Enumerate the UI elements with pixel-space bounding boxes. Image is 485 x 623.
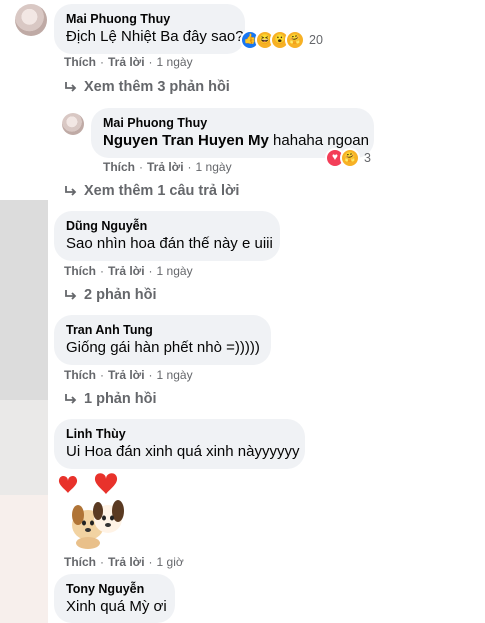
left-strip-pink	[0, 495, 48, 623]
care-reaction-icon: 🤗	[340, 148, 360, 168]
comment-text: Sao nhìn hoa đán thế này e uiii	[66, 235, 273, 252]
comment-author[interactable]: Dũng Nguyễn	[66, 218, 268, 234]
view-more-replies[interactable]: Xem thêm 3 phản hồi	[64, 78, 230, 96]
care-reaction-icon: 🤗	[285, 30, 305, 50]
comment-text: Ui Hoa đán xinh quá xinh nàyyyyyy	[66, 443, 300, 460]
reply-button[interactable]: Trả lời	[108, 55, 145, 69]
view-replies[interactable]: 1 phản hồi	[64, 390, 157, 408]
reaction-count: 20	[309, 33, 323, 47]
comment-bubble: Tran Anh Tung Giống gái hàn phết nhò =))…	[54, 315, 271, 365]
comment-bubble: Mai Phuong Thuy Địch Lệ Nhiệt Ba đây sao…	[54, 4, 245, 54]
reply-button[interactable]: Trả lời	[108, 264, 145, 278]
comment-actions: Thích · Trả lời · 1 ngày	[64, 368, 193, 382]
reaction-summary[interactable]: ♥ 🤗 3	[325, 148, 371, 168]
comment-actions: Thích · Trả lời · 1 ngày	[64, 264, 193, 278]
comment-text: Địch Lệ Nhiệt Ba đây sao?	[66, 28, 244, 45]
reply-arrow-icon	[65, 186, 77, 196]
like-button[interactable]: Thích	[64, 555, 96, 569]
comment-author[interactable]: Mai Phuong Thuy	[66, 11, 233, 27]
sticker-icon	[58, 473, 124, 549]
comment-author[interactable]: Linh Thùy	[66, 426, 293, 442]
view-replies[interactable]: 2 phản hồi	[64, 286, 157, 304]
comment-actions: Thích · Trả lời · 1 ngày	[103, 160, 232, 174]
comment-text: Giống gái hàn phết nhò =)))))	[66, 339, 260, 356]
comment-author[interactable]: Mai Phuong Thuy	[103, 115, 362, 131]
comment-time[interactable]: 1 giờ	[157, 555, 184, 569]
left-strip-light	[0, 400, 48, 495]
dogs-hearts-sticker[interactable]	[54, 471, 134, 551]
comment-actions: Thích · Trả lời · 1 giờ	[64, 555, 184, 569]
avatar[interactable]	[15, 4, 47, 36]
comment-text: hahaha ngoan	[268, 132, 369, 149]
left-strip-gray	[0, 200, 48, 400]
comment-text: Xinh quá Mỳ ơi	[66, 598, 167, 615]
comment-author[interactable]: Tran Anh Tung	[66, 322, 259, 338]
comment-time[interactable]: 1 ngày	[196, 160, 232, 174]
like-button[interactable]: Thích	[103, 160, 135, 174]
reply-button[interactable]: Trả lời	[108, 368, 145, 382]
comment-time[interactable]: 1 ngày	[157, 368, 193, 382]
like-button[interactable]: Thích	[64, 55, 96, 69]
reply-arrow-icon	[65, 290, 77, 300]
comment-actions: Thích · Trả lời · 1 ngày	[64, 55, 193, 69]
view-more-replies[interactable]: Xem thêm 1 câu trả lời	[64, 182, 239, 200]
avatar[interactable]	[62, 113, 84, 135]
reply-arrow-icon	[65, 82, 77, 92]
comment-bubble: Dũng Nguyễn Sao nhìn hoa đán thế này e u…	[54, 211, 280, 261]
comment-author[interactable]: Tony Nguyễn	[66, 581, 163, 597]
like-button[interactable]: Thích	[64, 368, 96, 382]
comment-time[interactable]: 1 ngày	[157, 264, 193, 278]
reaction-count: 3	[364, 151, 371, 165]
mention-link[interactable]: Nguyen Tran Huyen My	[103, 132, 269, 149]
reply-button[interactable]: Trả lời	[147, 160, 184, 174]
reply-arrow-icon	[65, 394, 77, 404]
like-button[interactable]: Thích	[64, 264, 96, 278]
comment-bubble: Linh Thùy Ui Hoa đán xinh quá xinh nàyyy…	[54, 419, 305, 469]
reply-button[interactable]: Trả lời	[108, 555, 145, 569]
comment-time[interactable]: 1 ngày	[157, 55, 193, 69]
comment-bubble: Tony Nguyễn Xinh quá Mỳ ơi	[54, 574, 175, 623]
reaction-summary[interactable]: 👍 😆 😮 🤗 20	[240, 30, 323, 50]
